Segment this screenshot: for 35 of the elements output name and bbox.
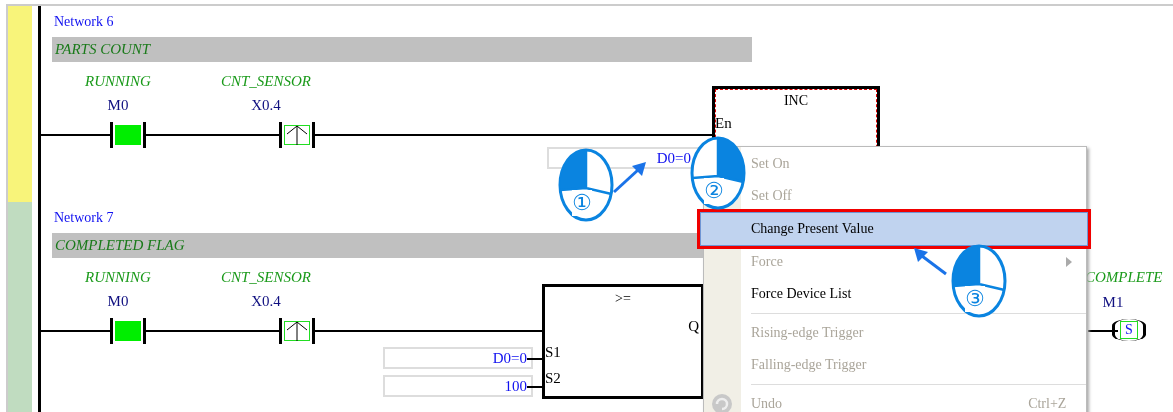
pin-label: S1 — [545, 344, 561, 361]
contact-address: M0 — [106, 293, 130, 310]
network-comment: PARTS COUNT — [52, 37, 752, 62]
contact-icon[interactable] — [110, 122, 146, 148]
contact-address: X0.4 — [250, 293, 282, 310]
contact-address: X0.4 — [250, 97, 282, 114]
pointer-arrow — [914, 248, 948, 276]
shortcut-label: Ctrl+Z — [1028, 396, 1067, 412]
contact-icon[interactable] — [110, 318, 146, 344]
rising-edge-contact-icon[interactable] — [279, 318, 315, 344]
network-title: Network 7 — [54, 210, 114, 226]
block-name: >= — [614, 291, 632, 307]
coil-address: M1 — [1101, 294, 1125, 311]
pointer-arrow — [612, 162, 646, 194]
pin-label: S2 — [545, 370, 561, 387]
step-number: ① — [572, 190, 592, 216]
contact-label: CNT_SENSOR — [220, 73, 312, 90]
contact-label: RUNNING — [84, 269, 152, 286]
contact-label: CNT_SENSOR — [220, 269, 312, 286]
value-field: D0=0 — [383, 347, 533, 369]
menu-item[interactable]: Force Device List — [748, 278, 855, 310]
step-number: ③ — [965, 286, 985, 312]
contact-address: M0 — [106, 97, 130, 114]
function-block[interactable]: >= Q S1 S2 — [542, 284, 704, 399]
menu-item[interactable]: Change Present Value — [700, 212, 1088, 246]
step-number: ② — [704, 178, 724, 204]
value-field: 100 — [383, 375, 533, 397]
network-title: Network 6 — [54, 14, 114, 30]
set-coil[interactable]: S — [1112, 319, 1146, 341]
pin-label: En — [715, 115, 732, 132]
pin-label: Q — [688, 318, 699, 335]
contact-label: RUNNING — [84, 73, 152, 90]
rising-edge-contact-icon[interactable] — [279, 122, 315, 148]
coil-label: COMPLETE — [1085, 269, 1164, 286]
block-name: INC — [782, 93, 810, 109]
